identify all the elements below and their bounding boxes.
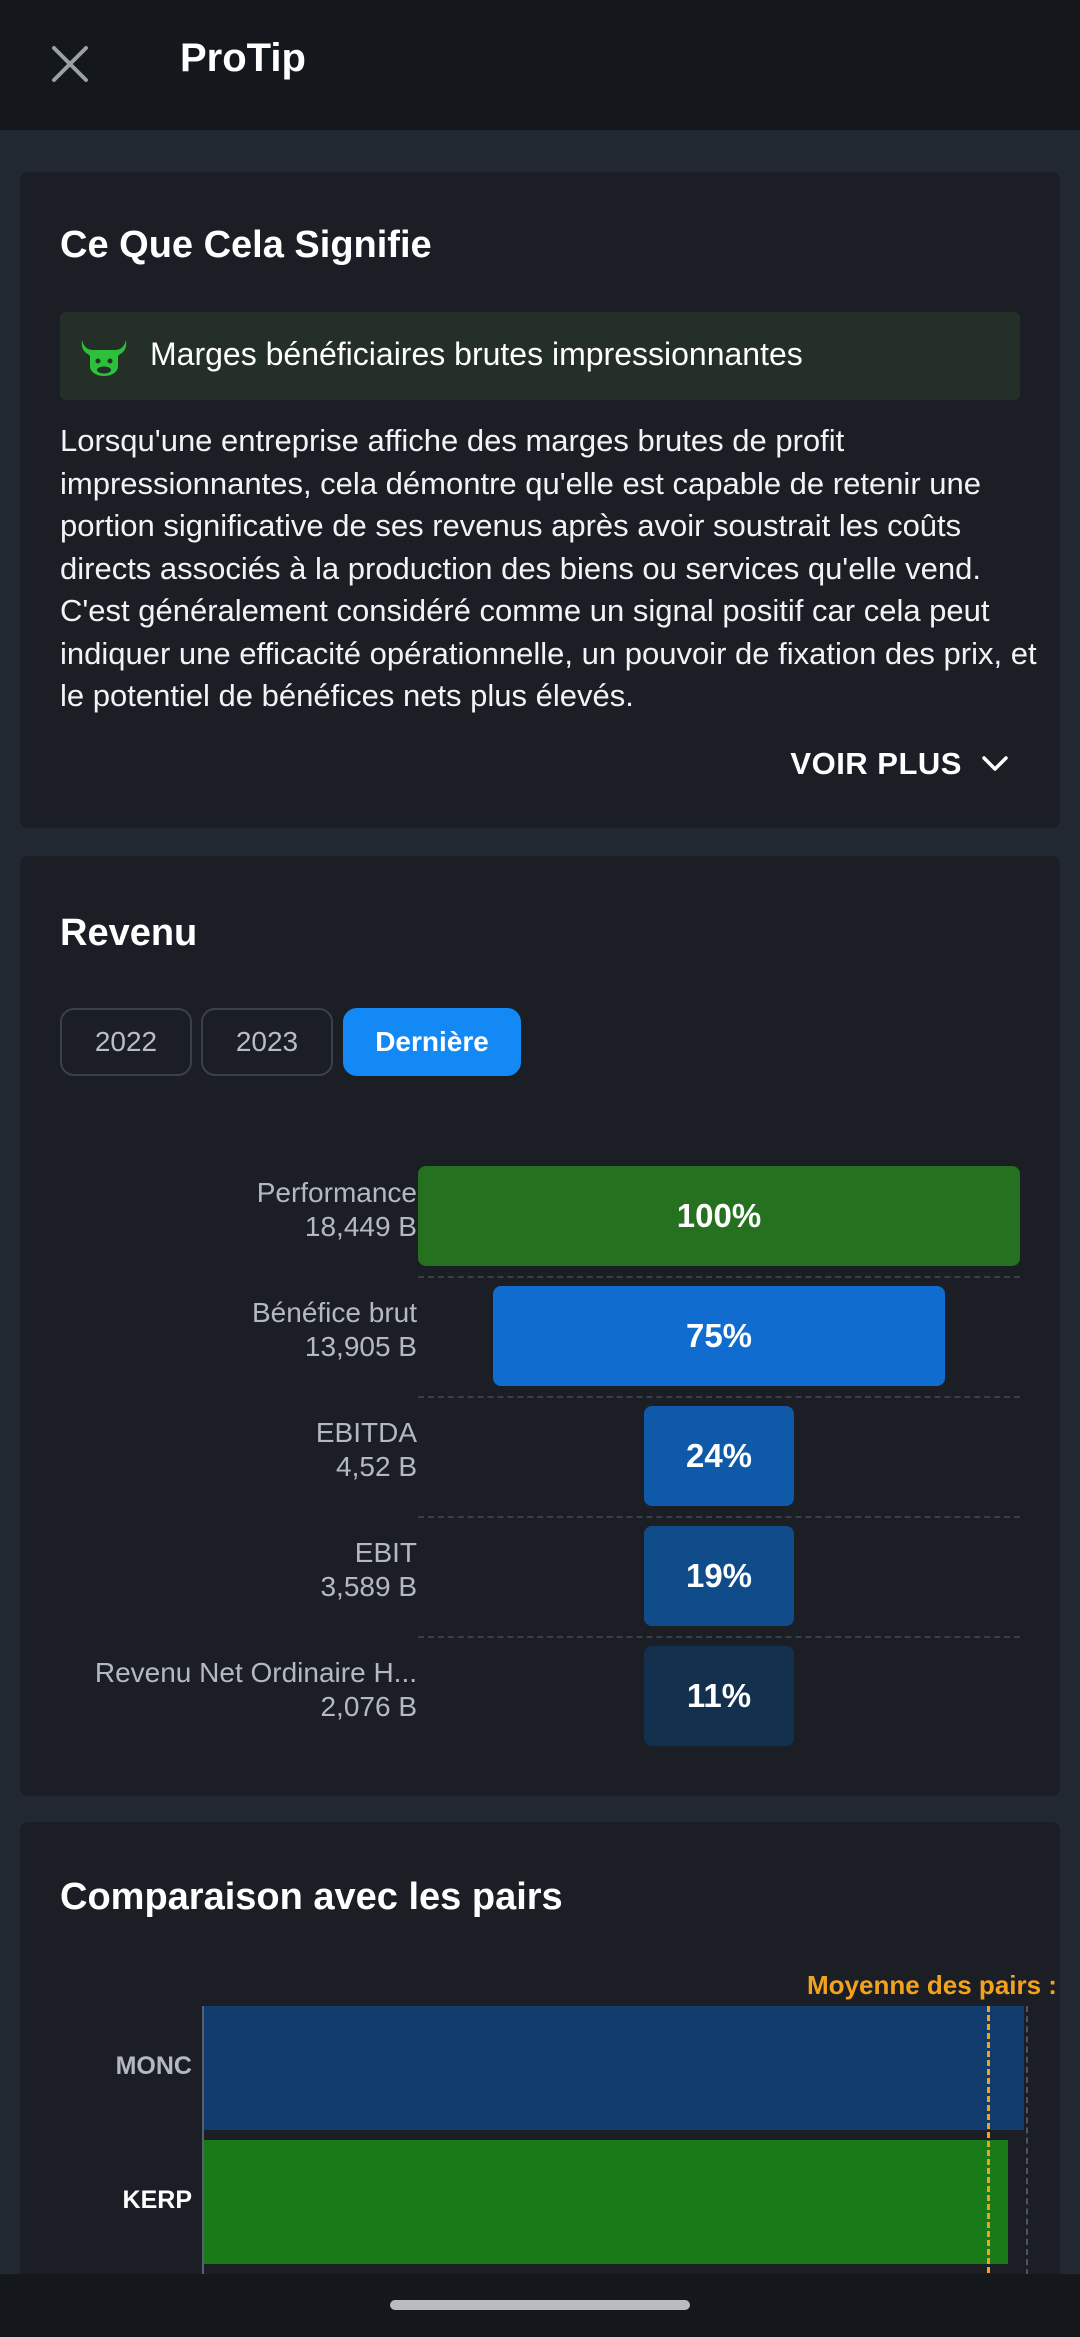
period-button-2023[interactable]: 2023 <box>201 1008 333 1076</box>
revenue-row-label: EBIT <box>354 1537 417 1568</box>
home-indicator[interactable] <box>390 2300 690 2310</box>
revenue-row-value: 18,449 B <box>304 1211 417 1242</box>
close-icon <box>52 46 88 82</box>
see-more-button[interactable]: VOIR PLUS <box>790 746 1010 782</box>
row-divider <box>418 1516 1020 1518</box>
period-button-latest[interactable]: Dernière <box>343 1008 521 1076</box>
row-divider <box>418 1636 1020 1638</box>
revenue-row-label: Bénéfice brut <box>252 1297 417 1328</box>
revenue-bar[interactable]: 24% <box>644 1406 794 1506</box>
revenue-row-label: Revenu Net Ordinaire H... <box>94 1657 417 1688</box>
page-title: ProTip <box>180 36 306 80</box>
close-button[interactable] <box>44 38 96 90</box>
peer-average-label: Moyenne des pairs : 7 <box>807 1970 1060 2000</box>
revenue-row-value: 3,589 B <box>320 1571 417 1602</box>
peer-comparison-card: Comparaison avec les pairs Moyenne des p… <box>20 1822 1060 2322</box>
row-divider <box>418 1276 1020 1278</box>
period-button-2022[interactable]: 2022 <box>60 1008 192 1076</box>
revenue-row-label: EBITDA <box>315 1417 417 1448</box>
revenue-title: Revenu <box>60 912 198 954</box>
peer-label: KERP <box>122 2186 192 2214</box>
meaning-card: Ce Que Cela Signifie Marges bénéficiaire… <box>20 172 1060 828</box>
tip-description: Lorsqu'une entreprise affiche des marges… <box>60 423 1037 713</box>
tip-text: Marges bénéficiaires brutes impressionna… <box>150 336 803 372</box>
meaning-title: Ce Que Cela Signifie <box>60 224 432 266</box>
revenue-card: Revenu 2022 2023 Dernière Performance 18,… <box>20 856 1060 1796</box>
revenue-bar[interactable]: 75% <box>493 1286 945 1386</box>
peer-label: MONC <box>115 2052 192 2080</box>
revenue-bar[interactable]: 11% <box>644 1646 794 1746</box>
chevron-down-icon <box>982 756 1008 771</box>
revenue-row-value: 13,905 B <box>304 1331 417 1362</box>
revenue-bar[interactable]: 19% <box>644 1526 794 1626</box>
row-divider <box>418 1396 1020 1398</box>
revenue-bar[interactable]: 100% <box>418 1166 1020 1266</box>
tip-banner: Marges bénéficiaires brutes impressionna… <box>60 312 1020 400</box>
peer-bar[interactable] <box>204 2006 1024 2130</box>
revenue-row-value: 4,52 B <box>336 1451 417 1482</box>
revenue-row-label: Performance <box>256 1177 417 1208</box>
bull-icon <box>81 340 127 376</box>
peer-bar[interactable] <box>204 2140 1008 2264</box>
peer-comparison-title: Comparaison avec les pairs <box>60 1876 563 1918</box>
top-app-bar: ProTip <box>0 0 1080 130</box>
see-more-label: VOIR PLUS <box>790 746 962 781</box>
revenue-row-value: 2,076 B <box>320 1691 417 1722</box>
